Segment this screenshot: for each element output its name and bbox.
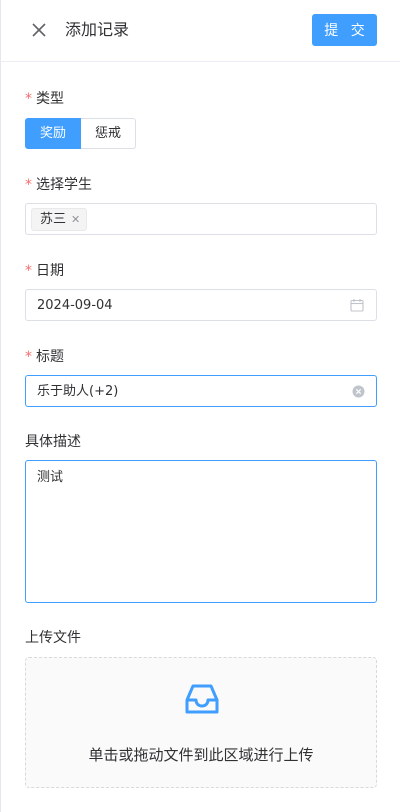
drawer-header: 添加记录 提 交 bbox=[0, 0, 400, 62]
type-radio-group: 奖励 惩戒 bbox=[25, 118, 137, 149]
add-record-drawer: 添加记录 提 交 * 类型 奖励 惩戒 * 选择学生 苏三 ✕ * 日期 2024-0… bbox=[0, 0, 400, 812]
upload-hint: 单击或拖动文件到此区域进行上传 bbox=[88, 746, 314, 764]
tag-close-icon[interactable]: ✕ bbox=[71, 209, 80, 230]
date-value: 2024-09-04 bbox=[37, 298, 113, 313]
close-icon[interactable] bbox=[28, 19, 50, 41]
clear-icon[interactable] bbox=[352, 385, 365, 398]
title-label: * 标题 bbox=[25, 349, 64, 365]
type-option-punishment[interactable]: 惩戒 bbox=[81, 118, 137, 149]
student-label: * 选择学生 bbox=[25, 177, 92, 193]
student-tag: 苏三 ✕ bbox=[31, 208, 88, 231]
student-select[interactable]: 苏三 ✕ bbox=[25, 203, 377, 235]
inbox-icon bbox=[185, 684, 219, 714]
description-textarea[interactable]: 测试 bbox=[25, 460, 377, 603]
upload-dropzone[interactable]: 单击或拖动文件到此区域进行上传 bbox=[25, 657, 377, 788]
description-label: 具体描述 bbox=[25, 434, 81, 450]
date-label: * 日期 bbox=[25, 263, 64, 279]
submit-button[interactable]: 提 交 bbox=[312, 14, 377, 46]
title-select[interactable]: 乐于助人(+2) bbox=[25, 375, 377, 407]
required-mark: * bbox=[25, 349, 32, 365]
calendar-icon bbox=[350, 299, 364, 312]
title-value: 乐于助人(+2) bbox=[37, 384, 119, 399]
required-mark: * bbox=[25, 177, 32, 193]
type-option-reward[interactable]: 奖励 bbox=[25, 118, 82, 149]
required-mark: * bbox=[25, 91, 32, 107]
required-mark: * bbox=[25, 263, 32, 279]
type-label: * 类型 bbox=[25, 91, 64, 107]
drawer-edge bbox=[0, 0, 1, 812]
date-picker[interactable]: 2024-09-04 bbox=[25, 289, 377, 321]
page-title: 添加记录 bbox=[65, 20, 130, 39]
upload-label: 上传文件 bbox=[25, 630, 81, 646]
